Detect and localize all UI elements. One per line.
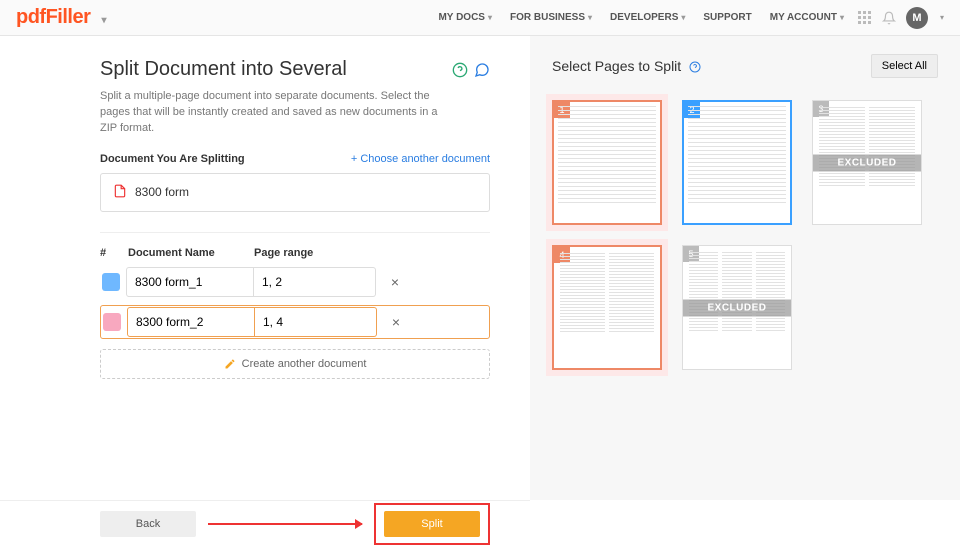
right-header: Select Pages to Split Select All (552, 54, 938, 78)
excluded-badge: EXCLUDED (813, 154, 921, 171)
col-hash: # (100, 247, 128, 259)
create-another-button[interactable]: Create another document (100, 349, 490, 379)
chevron-down-icon: ▾ (588, 13, 592, 22)
pencil-icon (224, 358, 236, 370)
nav-account[interactable]: MY ACCOUNT▾ (770, 12, 844, 23)
page-thumb-1-wrap: 1 (546, 94, 668, 231)
chevron-down-icon: ▾ (840, 13, 844, 22)
help-icon[interactable] (452, 62, 468, 78)
color-swatch-pink[interactable] (103, 313, 121, 331)
main-area: Split Document into Several Split a mult… (0, 36, 960, 500)
doc-name-input-2[interactable] (127, 307, 255, 337)
table-header: # Document Name Page range (100, 247, 490, 259)
bell-icon[interactable] (882, 11, 896, 25)
color-swatch-blue[interactable] (102, 273, 120, 291)
output-row-1: × (100, 267, 490, 297)
app-header: pdfFiller ▾ MY DOCS▾ FOR BUSINESS▾ DEVEL… (0, 0, 960, 36)
col-name: Document Name (128, 247, 254, 259)
page-thumbnails: 1 2 3 EXCLUDED 4 (552, 100, 938, 370)
page-thumb-4-wrap: 4 (546, 239, 668, 376)
select-all-button[interactable]: Select All (871, 54, 938, 78)
top-nav: MY DOCS▾ FOR BUSINESS▾ DEVELOPERS▾ SUPPO… (438, 12, 844, 23)
page-range-input-1[interactable] (254, 267, 376, 297)
nav-support[interactable]: SUPPORT (703, 12, 751, 23)
chat-icon[interactable] (474, 62, 490, 78)
page-thumb-4[interactable]: 4 (552, 245, 662, 370)
doc-name-input-1[interactable] (126, 267, 254, 297)
divider (100, 232, 490, 233)
logo-text: pdfFiller (16, 6, 90, 28)
left-panel: Split Document into Several Split a mult… (0, 36, 530, 500)
chevron-down-icon: ▾ (681, 13, 685, 22)
chevron-down-icon[interactable]: ▾ (940, 13, 944, 22)
apps-grid-icon[interactable] (858, 11, 872, 25)
page-thumb-2[interactable]: 2 (682, 100, 792, 225)
footer-bar: Back Split (0, 500, 530, 546)
help-icons (452, 62, 490, 78)
page-title: Split Document into Several (100, 58, 347, 81)
page-thumb-1[interactable]: 1 (552, 100, 662, 225)
split-button[interactable]: Split (384, 511, 480, 537)
header-icons: M ▾ (858, 7, 944, 29)
nav-mydocs[interactable]: MY DOCS▾ (438, 12, 492, 23)
chevron-down-icon: ▾ (488, 13, 492, 22)
source-document-box: 8300 form (100, 173, 490, 212)
title-row: Split Document into Several (100, 58, 490, 81)
nav-developers[interactable]: DEVELOPERS▾ (610, 12, 685, 23)
page-thumb-2-wrap: 2 (682, 100, 792, 225)
select-pages-title: Select Pages to Split (552, 58, 701, 74)
right-panel: Select Pages to Split Select All 1 2 (530, 36, 960, 500)
page-thumb-5[interactable]: 5 EXCLUDED (682, 245, 792, 370)
page-thumb-3[interactable]: 3 EXCLUDED (812, 100, 922, 225)
col-range: Page range (254, 247, 374, 259)
remove-row-2[interactable]: × (389, 314, 403, 330)
back-button[interactable]: Back (100, 511, 196, 537)
logo[interactable]: pdfFiller ▾ (16, 6, 106, 29)
create-another-label: Create another document (242, 358, 367, 370)
avatar[interactable]: M (906, 7, 928, 29)
doc-you-split-row: Document You Are Splitting + Choose anot… (100, 153, 490, 165)
page-thumb-5-wrap: 5 EXCLUDED (682, 245, 792, 370)
nav-business[interactable]: FOR BUSINESS▾ (510, 12, 592, 23)
output-row-2: × (100, 305, 490, 339)
excluded-badge: EXCLUDED (683, 299, 791, 316)
chevron-down-icon: ▾ (101, 15, 106, 26)
annotation-arrow (208, 523, 362, 525)
splitting-label: Document You Are Splitting (100, 153, 245, 165)
page-thumb-3-wrap: 3 EXCLUDED (812, 100, 922, 225)
description: Split a multiple-page document into sepa… (100, 89, 440, 137)
remove-row-1[interactable]: × (388, 274, 402, 290)
choose-another-link[interactable]: + Choose another document (351, 153, 490, 165)
source-document-name: 8300 form (135, 185, 189, 199)
document-icon (113, 184, 127, 201)
annotation-highlight: Split (374, 503, 490, 545)
page-range-input-2[interactable] (255, 307, 377, 337)
help-small-icon[interactable] (689, 61, 701, 73)
